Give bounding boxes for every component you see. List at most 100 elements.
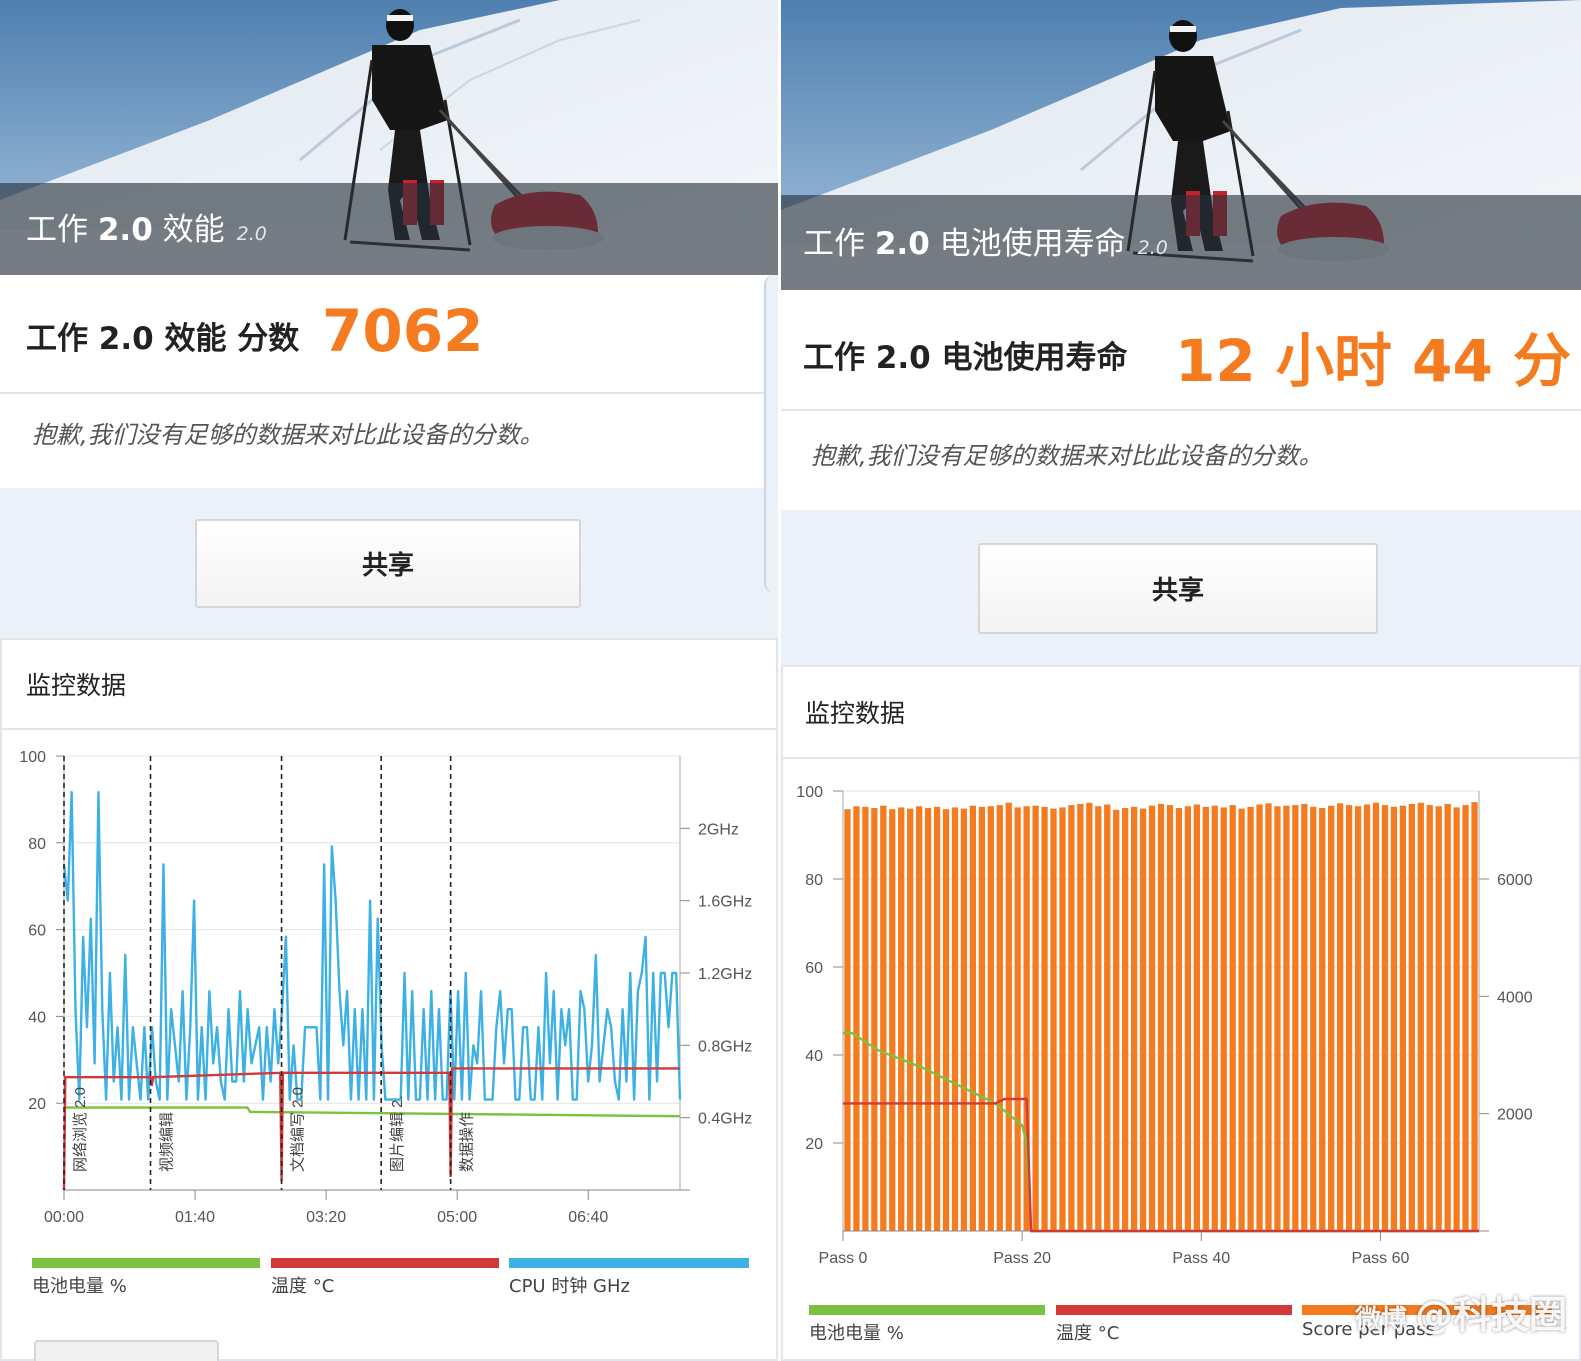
score-bar xyxy=(1059,807,1066,1231)
hero-title: 工作 2.0 电池使用寿命 2.0 xyxy=(803,226,1168,262)
watermark: 微博 @科技圈 xyxy=(1355,1284,1567,1339)
x-tick-label: Pass 0 xyxy=(819,1250,868,1267)
score-bar xyxy=(1399,805,1406,1231)
score-bar xyxy=(1014,807,1021,1231)
score-bar xyxy=(1005,802,1012,1231)
score-bar xyxy=(1130,806,1138,1231)
y-right-tick-label: 1.2GHz xyxy=(698,966,752,983)
y-right-tick-label: 2GHz xyxy=(698,821,739,838)
share-button[interactable]: 共享 xyxy=(195,519,581,608)
x-tick-label: Pass 20 xyxy=(993,1250,1051,1267)
y-right-tick-label: 6000 xyxy=(1497,872,1533,889)
score-bar xyxy=(1175,808,1183,1231)
right-result-panel: 工作 2.0 电池使用寿命 2.0 工作 2.0 电池使用寿命 12 小时 44 … xyxy=(781,0,1581,1361)
score-bar xyxy=(1157,803,1165,1231)
x-tick-label: 00:00 xyxy=(44,1209,84,1226)
y-left-tick-label: 100 xyxy=(796,784,823,801)
score-bar xyxy=(853,806,860,1231)
score-bar xyxy=(862,806,869,1231)
score-bar xyxy=(1345,805,1353,1231)
legend-battery-label: 电池电量 % xyxy=(32,1276,127,1297)
score-bar xyxy=(1363,804,1371,1231)
score-bar xyxy=(996,805,1003,1231)
score-bar xyxy=(898,807,905,1231)
legend-temperature-label: 温度 °C xyxy=(271,1276,335,1297)
score-bar xyxy=(1229,805,1236,1231)
watermark-text: @科技圈 xyxy=(1414,1293,1567,1337)
y-left-tick-label: 20 xyxy=(805,1136,823,1153)
y-right-tick-label: 0.4GHz xyxy=(698,1111,752,1128)
monitoring-chart-right: 100 80 60 40 20 6000 4000 2000 Pass 0 Pass 20 Pass… xyxy=(796,784,1533,1267)
score-bar xyxy=(1354,806,1362,1231)
score-bar xyxy=(1068,805,1075,1231)
score-bar xyxy=(1444,803,1451,1231)
score-bar xyxy=(916,806,923,1231)
legend-battery-label: 电池电量 % xyxy=(809,1323,904,1344)
score-bar xyxy=(1095,806,1102,1231)
score-bar xyxy=(1310,806,1317,1231)
score-bar xyxy=(1462,805,1469,1231)
score-bar xyxy=(1166,805,1174,1231)
monitoring-divider xyxy=(2,728,776,730)
score-bar xyxy=(933,806,941,1231)
score-row: 工作 2.0 电池使用寿命 12 小时 44 分 xyxy=(781,290,1581,411)
legend-battery-swatch xyxy=(809,1305,1045,1315)
score-bar xyxy=(1122,808,1129,1231)
y-left-tick-label: 80 xyxy=(805,872,823,889)
monitoring-card: 监控数据 100 80 60 40 20 6000 4000 2000 Pass 0 Pass 2… xyxy=(781,665,1581,1361)
x-tick-label: 05:00 xyxy=(437,1209,477,1226)
score-bar xyxy=(1032,805,1039,1231)
monitoring-chart-left: 100 80 60 40 20 2GHz 1.6GHz 1.2GHz 0.8GHz 0.4GHz 0… xyxy=(19,749,752,1226)
score-bar xyxy=(1220,807,1227,1231)
score-bar xyxy=(1193,804,1200,1231)
x-tick-label: Pass 60 xyxy=(1352,1250,1410,1267)
score-bar xyxy=(960,808,968,1231)
score-bar xyxy=(1256,804,1263,1231)
score-bar xyxy=(1211,805,1218,1231)
y-left-tick-label: 100 xyxy=(19,749,46,766)
score-bar xyxy=(1408,803,1415,1231)
score-bar xyxy=(1113,809,1120,1231)
no-comparison-message: 抱歉,我们没有足够的数据来对比此设备的分数。 xyxy=(32,421,544,449)
legend-temperature: 温度 °C xyxy=(1056,1305,1292,1345)
monitoring-card: 监控数据 100 80 60 40 20 2GHz 1.6GHz 1.2GHz 0.8GHz 0.… xyxy=(0,638,778,1361)
series-battery-line xyxy=(64,1106,681,1118)
phase-label: 数据操作 xyxy=(459,1112,476,1172)
hero-banner: 工作 2.0 电池使用寿命 2.0 xyxy=(781,0,1581,290)
version-label: 2.0 xyxy=(236,223,267,245)
x-tick-label: 06:40 xyxy=(568,1209,608,1226)
score-bar xyxy=(1292,805,1299,1231)
score-bar xyxy=(1426,805,1433,1231)
score-bar xyxy=(1435,806,1442,1231)
version-label: 2.0 xyxy=(1137,237,1168,259)
score-card: 工作 2.0 效能 分数 7062 抱歉,我们没有足够的数据来对比此设备的分数。 xyxy=(0,275,778,488)
phase-label: 图片编辑 2. xyxy=(389,1095,406,1172)
score-bar xyxy=(1319,808,1326,1231)
score-bar xyxy=(880,805,887,1231)
legend-cpu-clock: CPU 时钟 GHz xyxy=(509,1258,749,1298)
series-cpu-clock-line xyxy=(62,790,682,1101)
y-right-tick-label: 4000 xyxy=(1497,989,1533,1006)
score-bar xyxy=(1453,807,1460,1231)
y-right-tick-label: 0.8GHz xyxy=(698,1038,752,1055)
legend-temperature-swatch xyxy=(1056,1305,1292,1315)
details-button-partial[interactable] xyxy=(34,1340,219,1361)
x-tick-label: Pass 40 xyxy=(1172,1250,1230,1267)
score-bar xyxy=(1337,803,1344,1231)
y-left-tick-label: 80 xyxy=(28,836,46,853)
weibo-logo: 微博 xyxy=(1354,1305,1407,1335)
phase-label: 文档编写 2.0 xyxy=(290,1087,307,1172)
legend-battery: 电池电量 % xyxy=(32,1258,260,1298)
score-bar xyxy=(942,809,950,1231)
score-bar xyxy=(1390,806,1398,1231)
y-left-tick-label: 40 xyxy=(805,1048,823,1065)
phase-label: 网络浏览 2.0 xyxy=(72,1087,89,1172)
share-button[interactable]: 共享 xyxy=(978,543,1378,634)
score-bar xyxy=(1265,803,1272,1231)
y-left-tick-label: 60 xyxy=(28,923,46,940)
score-bar xyxy=(987,806,994,1231)
score-bar xyxy=(844,809,851,1231)
monitoring-title: 监控数据 xyxy=(805,699,906,728)
legend-cpu-clock-swatch xyxy=(509,1258,749,1268)
score-bar xyxy=(978,806,985,1231)
